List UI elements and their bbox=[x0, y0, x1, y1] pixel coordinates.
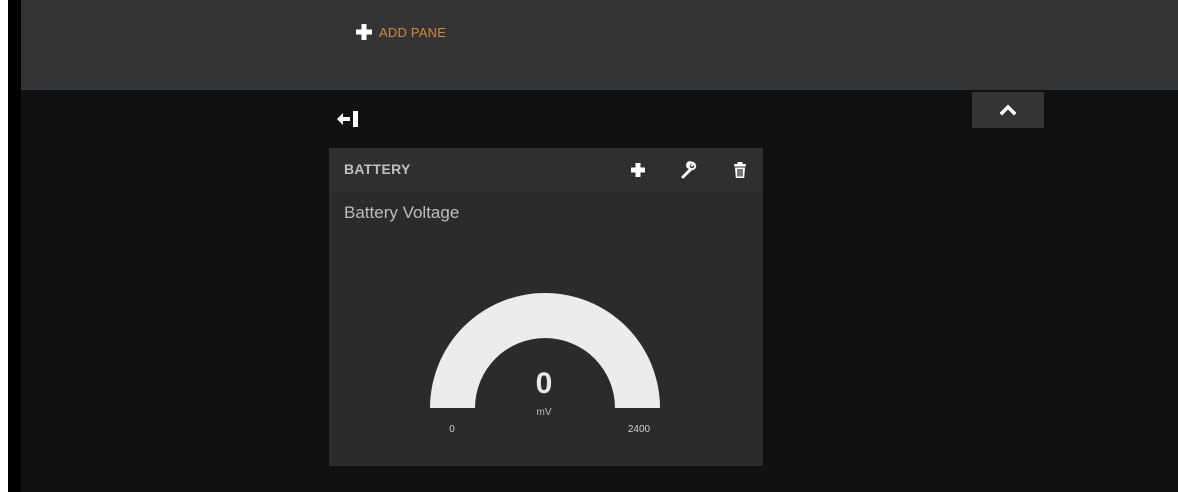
add-pane-label: ADD PANE bbox=[379, 24, 447, 40]
gauge-max-label: 2400 bbox=[627, 424, 651, 435]
arrow-to-line-left-icon bbox=[337, 111, 358, 127]
window-edge bbox=[0, 0, 8, 492]
header-toolbar bbox=[21, 0, 1178, 90]
pane-battery: BATTERY Battery Voltage 0 mV 0 2400 bbox=[329, 148, 763, 466]
gauge-min-label: 0 bbox=[449, 424, 455, 435]
add-pane-button[interactable]: ADD PANE bbox=[355, 23, 446, 41]
window-border bbox=[8, 0, 21, 492]
plus-icon bbox=[356, 24, 372, 40]
gauge-graphic bbox=[430, 293, 660, 408]
collapse-header-button[interactable] bbox=[972, 92, 1044, 128]
gauge-value: 0 bbox=[535, 367, 553, 400]
chevron-up-icon bbox=[1000, 104, 1016, 116]
shrink-column-button[interactable] bbox=[335, 108, 363, 130]
gauge-unit: mV bbox=[536, 407, 552, 418]
